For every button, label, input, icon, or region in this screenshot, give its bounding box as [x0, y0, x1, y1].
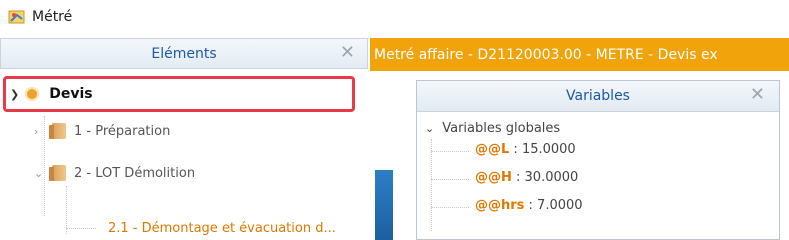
- window-title: Métré: [32, 9, 73, 25]
- elements-panel: Eléments ✕ ❯ Devis › 1 - Préparation ⌄ 2…: [0, 38, 368, 240]
- tree-connector: [431, 139, 432, 231]
- tree-item-label: 1 - Préparation: [74, 123, 171, 139]
- tree-connector: [431, 179, 469, 180]
- metre-affaire-title: Metré affaire - D21120003.00 - METRE - D…: [370, 38, 789, 71]
- tree-connector: [431, 151, 469, 152]
- folder-icon: [49, 165, 66, 181]
- variable-value: : 15.0000: [509, 142, 576, 157]
- metre-affaire-panel: Metré affaire - D21120003.00 - METRE - D…: [370, 38, 789, 240]
- chevron-down-icon[interactable]: ❯: [10, 88, 19, 101]
- tree-item-label: 2 - LOT Démolition: [74, 165, 196, 181]
- variable-name: @@L: [475, 142, 510, 157]
- tree-item-preparation[interactable]: › 1 - Préparation: [34, 119, 170, 143]
- variables-dialog-title: Variables: [566, 88, 630, 104]
- close-icon[interactable]: ✕: [750, 86, 765, 104]
- elements-panel-title: Eléments: [151, 45, 217, 62]
- tree-item-lot-demolition[interactable]: ⌄ 2 - LOT Démolition: [34, 161, 195, 185]
- elements-panel-header: Eléments ✕: [0, 38, 368, 69]
- variables-group[interactable]: ⌄ Variables globales: [425, 121, 560, 136]
- tree-root-devis[interactable]: ❯ Devis: [3, 76, 355, 112]
- variable-name: @@hrs: [475, 198, 525, 213]
- chevron-down-icon[interactable]: ⌄: [34, 167, 46, 180]
- variables-dialog: Variables ✕ ⌄ Variables globales @@L : 1…: [416, 80, 780, 240]
- tree-connector: [66, 186, 67, 234]
- tree-leaf-label: 2.1 - Démontage et évacuation d...: [108, 220, 336, 236]
- side-tab[interactable]: [375, 170, 393, 240]
- close-icon[interactable]: ✕: [340, 44, 355, 62]
- status-dot-icon: [25, 87, 40, 101]
- variable-name: @@H: [475, 170, 512, 185]
- variable-value: : 7.0000: [524, 198, 583, 213]
- folder-icon: [49, 123, 66, 139]
- tree-connector: [431, 207, 469, 208]
- chevron-right-icon[interactable]: ›: [34, 125, 46, 138]
- variable-row[interactable]: @@L : 15.0000: [475, 142, 576, 157]
- variables-dialog-header: Variables ✕: [417, 81, 779, 112]
- variable-row[interactable]: @@H : 30.0000: [475, 170, 578, 185]
- app-icon: [8, 9, 26, 25]
- window-title-bar: Métré: [8, 5, 72, 29]
- variable-value: : 30.0000: [511, 170, 579, 185]
- variable-row[interactable]: @@hrs : 7.0000: [475, 198, 583, 213]
- tree-item-demontage[interactable]: 2.1 - Démontage et évacuation d...: [108, 216, 336, 240]
- tree-root-label: Devis: [49, 86, 93, 102]
- tree-connector: [66, 228, 96, 229]
- variables-group-label: Variables globales: [442, 121, 561, 136]
- chevron-down-icon[interactable]: ⌄: [425, 122, 434, 135]
